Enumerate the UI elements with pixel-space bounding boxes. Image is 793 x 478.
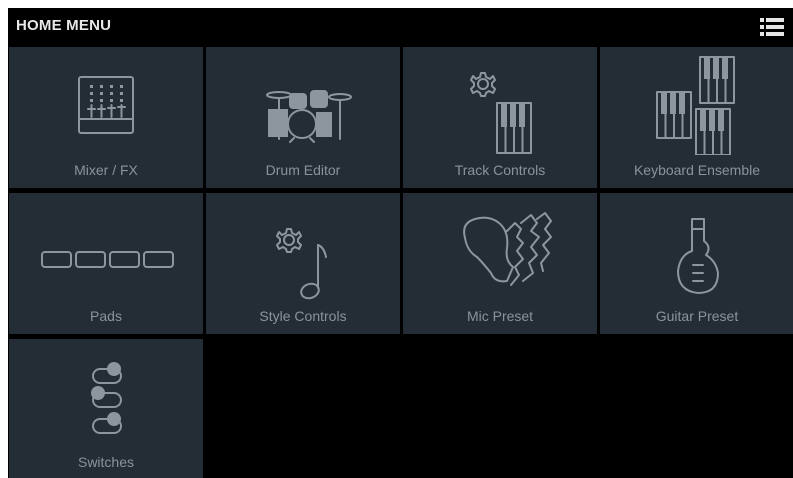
tile-label: Keyboard Ensemble	[633, 162, 761, 178]
drum-kit-icon	[266, 90, 352, 143]
tile-pads[interactable]: Pads	[9, 193, 203, 334]
page-title: HOME MENU	[16, 17, 112, 34]
guitar-icon	[677, 218, 719, 294]
tile-drum-editor[interactable]: Drum Editor	[206, 47, 400, 188]
mic-preset-icon	[463, 212, 552, 286]
list-menu-icon	[760, 18, 784, 36]
keyboard-ensemble-icon	[656, 56, 735, 155]
tile-label: Style Controls	[259, 308, 347, 324]
title-bar: HOME MENU	[8, 8, 793, 45]
tile-label: Pads	[90, 308, 122, 324]
tile-track-controls[interactable]: Track Controls	[403, 47, 597, 188]
tile-label: Mixer / FX	[74, 162, 138, 178]
pads-icon	[41, 251, 174, 268]
tile-style-controls[interactable]: Style Controls	[206, 193, 400, 334]
mixer-icon	[78, 76, 134, 134]
tile-label: Mic Preset	[466, 308, 534, 324]
tile-label: Track Controls	[454, 162, 546, 178]
tile-mixer-fx[interactable]: Mixer / FX	[9, 47, 203, 188]
tile-label: Guitar Preset	[655, 308, 739, 324]
switches-icon	[91, 362, 122, 434]
menu-button[interactable]	[759, 16, 785, 38]
tile-guitar-preset[interactable]: Guitar Preset	[600, 193, 793, 334]
home-screen: HOME MENU Mixer / FX Drum Editor Track C…	[8, 8, 793, 478]
tile-label: Drum Editor	[265, 162, 341, 178]
tile-keyboard-ensemble[interactable]: Keyboard Ensemble	[600, 47, 793, 188]
tile-mic-preset[interactable]: Mic Preset	[403, 193, 597, 334]
style-controls-icon	[276, 228, 327, 300]
track-controls-icon	[470, 72, 532, 154]
tile-label: Switches	[77, 454, 135, 470]
tile-switches[interactable]: Switches	[9, 339, 203, 478]
